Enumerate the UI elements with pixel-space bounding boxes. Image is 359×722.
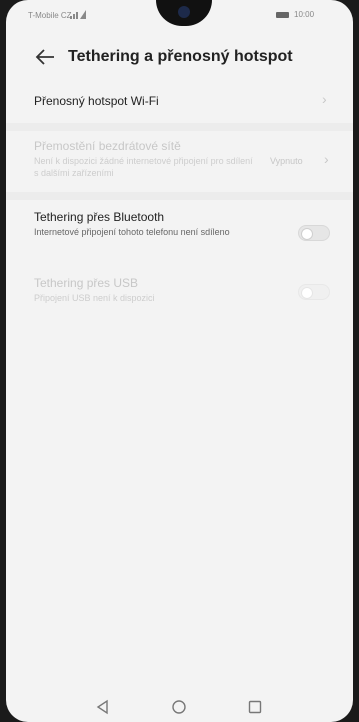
phone-screen: T-Mobile CZ 10:00 Tethering a přenosný h… <box>6 0 353 722</box>
usb-tethering-toggle <box>298 284 330 300</box>
list-item-bluetooth-tethering[interactable]: Tethering přes Bluetooth Internetové při… <box>6 205 353 257</box>
wireless-bridge-value: Vypnuto <box>270 156 303 166</box>
toggle-knob <box>301 287 313 299</box>
home-circle-icon[interactable] <box>170 698 188 716</box>
list-item-wireless-bridge: Přemostění bezdrátové sítě Není k dispoz… <box>6 133 353 189</box>
wireless-bridge-subtitle: Není k dispozici žádné internetové připo… <box>34 156 253 178</box>
wifi-hotspot-label: Přenosný hotspot Wi-Fi <box>34 94 159 108</box>
back-triangle-icon[interactable] <box>94 698 112 716</box>
list-item-wifi-hotspot[interactable]: Přenosný hotspot Wi-Fi › <box>6 82 353 118</box>
carrier-label: T-Mobile CZ <box>28 11 72 20</box>
bluetooth-tethering-toggle[interactable] <box>298 225 330 241</box>
navigation-bar <box>6 690 353 722</box>
bluetooth-tethering-subtitle: Internetové připojení tohoto telefonu ne… <box>34 227 230 237</box>
app-bar: Tethering a přenosný hotspot <box>6 40 353 76</box>
signal-icon <box>70 10 86 19</box>
divider <box>6 123 353 131</box>
status-time: 10:00 <box>294 10 315 19</box>
toggle-knob <box>301 228 313 240</box>
wireless-bridge-label: Přemostění bezdrátové sítě <box>34 139 181 153</box>
front-camera <box>178 6 190 18</box>
chevron-right-icon: › <box>324 151 329 167</box>
usb-tethering-subtitle: Připojení USB není k dispozici <box>34 293 155 303</box>
usb-tethering-label: Tethering přes USB <box>34 276 139 290</box>
arrow-left-icon[interactable] <box>34 46 56 68</box>
page-title: Tethering a přenosný hotspot <box>68 48 293 65</box>
status-bar: T-Mobile CZ 10:00 <box>6 0 353 32</box>
camera-notch <box>156 0 212 26</box>
divider <box>6 192 353 200</box>
bluetooth-tethering-label: Tethering přes Bluetooth <box>34 210 165 224</box>
battery-icon <box>276 12 289 18</box>
list-item-usb-tethering: Tethering přes USB Připojení USB není k … <box>6 271 353 311</box>
recents-square-icon[interactable] <box>246 698 264 716</box>
chevron-right-icon: › <box>322 91 327 107</box>
